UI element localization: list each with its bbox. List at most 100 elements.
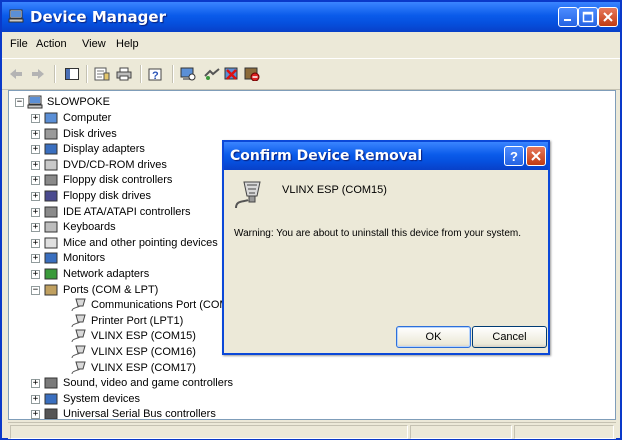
back-arrow-icon [10,69,22,79]
ide-icon [44,206,58,218]
port-device-item[interactable]: Communications Port (COM1 [71,297,235,313]
tree-item-label: Universal Serial Bus controllers [63,408,216,420]
help-button[interactable]: ? [148,66,164,82]
uninstall-button[interactable] [224,66,240,82]
tree-item-label: Disk drives [63,128,117,140]
tree-item[interactable]: + DVD/CD-ROM drives [31,157,167,173]
port-device-item[interactable]: VLINX ESP (COM15) [71,328,196,344]
expand-toggle[interactable]: + [31,238,40,248]
expand-toggle[interactable]: + [31,144,40,154]
expand-toggle[interactable]: + [31,129,40,139]
cancel-button[interactable]: Cancel [472,326,547,348]
serial-port-icon [71,314,86,328]
dialog-close-button[interactable] [526,146,546,166]
tree-root[interactable]: − SLOWPOKE [15,94,110,110]
display-adapter-icon [44,143,58,155]
menu-view[interactable]: View [82,38,106,50]
tree-item[interactable]: + Keyboards [31,219,116,235]
expand-toggle[interactable]: + [31,253,40,263]
close-button[interactable] [598,7,618,27]
tree-item-label: Sound, video and game controllers [63,377,233,389]
tree-item-label: DVD/CD-ROM drives [63,159,167,171]
uninstall-icon [224,67,238,80]
status-cell-3 [514,425,614,439]
expand-toggle[interactable]: + [31,175,40,185]
dialog-title: Confirm Device Removal [230,148,423,164]
maximize-button[interactable] [578,7,598,27]
tree-item[interactable]: + Computer [31,110,111,126]
tree-item[interactable]: + IDE ATA/ATAPI controllers [31,204,191,220]
tree-item[interactable]: + Disk drives [31,126,117,142]
tree-item[interactable]: + Network adapters [31,266,149,282]
dialog-title-bar[interactable]: Confirm Device Removal ? [224,142,548,170]
window-title: Device Manager [30,8,166,26]
tree-item[interactable]: + System devices [31,391,140,407]
port-device-item[interactable]: VLINX ESP (COM16) [71,344,196,360]
title-bar[interactable]: Device Manager [2,2,620,32]
tree-item[interactable]: + Floppy disk drives [31,188,151,204]
system-icon [44,393,58,405]
port-device-item[interactable]: Printer Port (LPT1) [71,313,183,329]
expand-toggle[interactable]: + [31,113,40,123]
expand-toggle[interactable]: + [31,269,40,279]
forward-button[interactable] [30,66,46,82]
minimize-icon [564,19,571,21]
tree-item[interactable]: + Mice and other pointing devices [31,235,218,251]
expand-toggle[interactable]: + [31,409,40,419]
menu-file[interactable]: File [10,38,28,50]
monitor-icon [44,252,58,264]
port-device-label: Printer Port (LPT1) [91,315,184,327]
serial-port-icon [71,361,86,375]
scan-hardware-button[interactable] [180,66,196,82]
properties-button[interactable] [94,66,110,82]
tree-item-label: Network adapters [63,268,150,280]
tree-item[interactable]: + Universal Serial Bus controllers [31,406,216,420]
tree-item[interactable]: + Display adapters [31,141,145,157]
back-button[interactable] [8,66,24,82]
menu-action[interactable]: Action [36,38,67,50]
serial-port-icon [71,298,86,312]
usb-icon [44,408,58,419]
tree-item[interactable]: + Sound, video and game controllers [31,375,233,391]
expand-toggle[interactable]: + [31,160,40,170]
tree-root-label: SLOWPOKE [47,96,110,108]
close-icon [603,12,613,22]
tree-item[interactable]: + Floppy disk controllers [31,172,172,188]
disable-button[interactable] [244,66,260,82]
port-device-label: VLINX ESP (COM15) [91,330,196,342]
scan-hardware-icon [180,67,196,81]
expand-toggle[interactable]: + [31,222,40,232]
expand-toggle[interactable]: + [31,378,40,388]
minimize-button[interactable] [558,7,578,27]
collapse-toggle[interactable]: − [15,97,24,107]
serial-port-icon [71,329,86,343]
show-hide-tree-button[interactable] [64,66,80,82]
tree-item-label: Computer [63,112,112,124]
tree-item-label: IDE ATA/ATAPI controllers [63,206,191,218]
ok-button[interactable]: OK [396,326,471,348]
tree-item-label: Mice and other pointing devices [63,237,218,249]
dialog-help-button[interactable]: ? [504,146,524,166]
disable-device-icon [244,67,260,81]
expand-toggle[interactable]: + [31,394,40,404]
controller-icon [44,174,58,186]
tree-item[interactable]: + Monitors [31,250,105,266]
expand-toggle[interactable]: + [31,207,40,217]
close-icon [531,151,541,161]
expand-toggle[interactable]: + [31,191,40,201]
warning-message: Warning: You are about to uninstall this… [234,228,521,239]
network-icon [44,268,58,280]
tree-item[interactable]: − Ports (COM & LPT) [31,282,158,298]
print-button[interactable] [116,66,132,82]
expand-toggle[interactable]: − [31,285,40,295]
serial-port-icon [71,345,86,359]
disk-drive-icon [44,128,58,140]
question-mark-icon: ? [510,148,518,164]
port-device-label: VLINX ESP (COM17) [91,362,196,374]
computer-icon [44,112,58,124]
menu-help[interactable]: Help [116,38,139,50]
port-device-item[interactable]: VLINX ESP (COM17) [71,360,196,376]
update-driver-button[interactable] [204,66,220,82]
computer-root-icon [27,95,43,109]
tree-item-label: Monitors [63,252,106,264]
